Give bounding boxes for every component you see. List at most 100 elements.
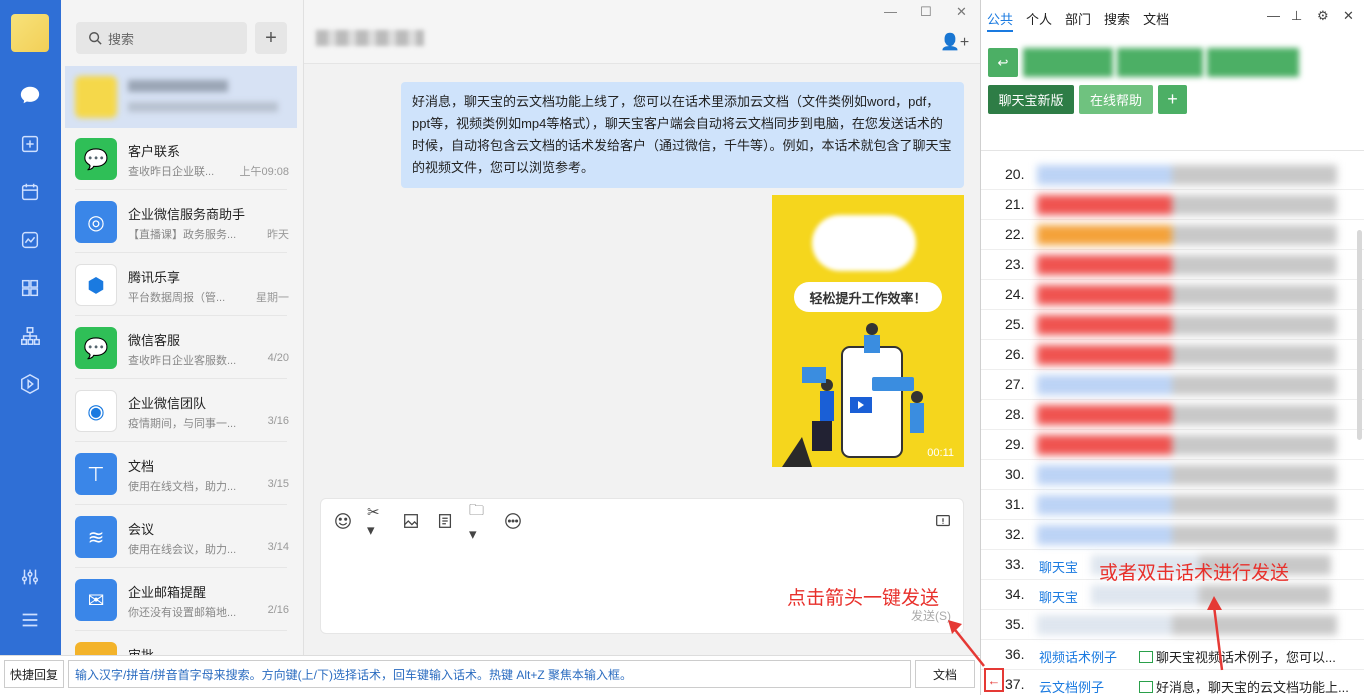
new-version-button[interactable]: 聊天宝新版: [988, 85, 1074, 114]
conversation-item-active[interactable]: [65, 66, 297, 128]
org-chart-icon[interactable]: [18, 324, 42, 348]
message-bubble[interactable]: 好消息，聊天宝的云文档功能上线了，您可以在话术里添加云文档（文件类例如word，…: [401, 82, 964, 188]
messages-icon[interactable]: [18, 83, 42, 107]
row-number: 23.: [1005, 256, 1025, 272]
script-title-link[interactable]: 云文档例子: [1039, 677, 1104, 695]
conversation-item[interactable]: ◎ 企业微信服务商助手 【直播课】政务服务... 昨天: [65, 191, 297, 253]
minimize-icon[interactable]: —: [884, 4, 897, 19]
script-row[interactable]: 23.: [981, 250, 1364, 280]
conversation-time: 3/14: [267, 541, 289, 553]
settings-sliders-icon[interactable]: [18, 565, 42, 589]
meeting-icon: ≋: [75, 516, 117, 558]
conversation-item[interactable]: ≋ 会议 使用在线会议，助力... 3/14: [65, 506, 297, 568]
tab-3[interactable]: 搜索: [1104, 9, 1130, 32]
script-title-link[interactable]: 聊天宝: [1039, 557, 1078, 576]
script-row[interactable]: 28.: [981, 400, 1364, 430]
left-rail: [0, 0, 61, 695]
conversation-item[interactable]: ◉ 企业微信团队 疫情期间，与同事一... 3/16: [65, 380, 297, 442]
minimize-icon[interactable]: —: [1267, 8, 1280, 23]
add-button[interactable]: +: [255, 22, 287, 54]
bottom-bar: 快捷回复 输入汉字/拼音/拼音首字母来搜索。方向键(上/下)选择话术，回车键输入…: [0, 655, 980, 695]
document-button[interactable]: 文档: [915, 660, 975, 688]
row-number: 26.: [1005, 346, 1025, 362]
pin-icon[interactable]: ⊥: [1291, 8, 1302, 24]
conversation-item[interactable]: 💬 微信客服 查收昨日企业客服数... 4/20: [65, 317, 297, 379]
scrollbar[interactable]: [1357, 230, 1362, 440]
chat-area: — ☐ ✕ 👤+ 好消息，聊天宝的云文档功能上线了，您可以在话术里添加云文档（文…: [304, 0, 980, 655]
avatar[interactable]: [11, 14, 49, 52]
maximize-icon[interactable]: ☐: [920, 4, 932, 20]
play-hexagon-icon[interactable]: [18, 372, 42, 396]
script-row[interactable]: 31.: [981, 490, 1364, 520]
scissors-icon[interactable]: ✂▾: [367, 504, 387, 539]
script-row[interactable]: 29.: [981, 430, 1364, 460]
close-icon[interactable]: ✕: [1343, 8, 1354, 24]
conversation-preview: 平台数据周报（管...: [128, 292, 226, 304]
script-row[interactable]: 36. 视频话术例子 聊天宝视频话术例子，您可以...: [981, 640, 1364, 670]
row-number: 34.: [1005, 586, 1025, 602]
tab-4[interactable]: 文档: [1143, 9, 1169, 32]
tab-0[interactable]: 公共: [987, 9, 1014, 32]
send-arrow-button[interactable]: ←: [984, 668, 1004, 692]
script-row[interactable]: 25.: [981, 310, 1364, 340]
script-search-input[interactable]: 输入汉字/拼音/拼音首字母来搜索。方向键(上/下)选择话术，回车键输入话术。热键…: [68, 660, 911, 688]
script-row[interactable]: 22.: [981, 220, 1364, 250]
settings-icon[interactable]: ⚙: [1317, 8, 1329, 24]
script-row[interactable]: 32.: [981, 520, 1364, 550]
wecom-icon: ◉: [75, 390, 117, 432]
online-help-button[interactable]: 在线帮助: [1079, 85, 1153, 114]
script-row[interactable]: 30.: [981, 460, 1364, 490]
video-duration: 00:11: [927, 447, 954, 459]
conversation-name: 文档: [128, 459, 155, 474]
script-row[interactable]: 24.: [981, 280, 1364, 310]
back-arrow-button[interactable]: ↩: [988, 48, 1018, 77]
folder-icon: [1139, 681, 1153, 693]
document-icon: ⊤: [75, 453, 117, 495]
workbench-icon[interactable]: [18, 132, 42, 156]
script-row[interactable]: 20.: [981, 160, 1364, 190]
image-icon[interactable]: [401, 511, 421, 531]
apps-icon[interactable]: [18, 276, 42, 300]
send-button[interactable]: 发送(S): [911, 607, 951, 624]
add-script-button[interactable]: +: [1158, 85, 1187, 114]
tab-2[interactable]: 部门: [1065, 9, 1091, 32]
chat-header: — ☐ ✕ 👤+: [304, 0, 980, 64]
more-icon[interactable]: [503, 511, 523, 531]
conversation-name: 企业邮箱提醒: [128, 585, 207, 600]
history-icon[interactable]: [933, 511, 953, 531]
conversation-item[interactable]: ✉ 企业邮箱提醒 你还没有设置邮箱地... 2/16: [65, 569, 297, 631]
menu-icon[interactable]: [18, 608, 42, 632]
script-row[interactable]: 35.: [981, 610, 1364, 640]
annotation-click-arrow: 点击箭头一键发送: [787, 588, 940, 609]
close-icon[interactable]: ✕: [956, 4, 967, 20]
video-icon: [1139, 651, 1153, 663]
video-illustration: [782, 323, 924, 467]
script-title-link[interactable]: 聊天宝: [1039, 587, 1078, 606]
add-member-icon[interactable]: 👤+: [940, 32, 969, 52]
conversation-preview: 疫情期间，与同事一...: [128, 418, 237, 430]
script-title-link[interactable]: 视频话术例子: [1039, 647, 1117, 666]
script-row[interactable]: 27.: [981, 370, 1364, 400]
script-text: 聊天宝视频话术例子，您可以...: [1156, 650, 1336, 665]
note-icon[interactable]: [435, 511, 455, 531]
message-input[interactable]: ✂▾ 🗀▾ 点击箭头一键发送 发送(S): [320, 498, 964, 634]
folder-icon[interactable]: 🗀▾: [469, 502, 489, 543]
script-text: 好消息，聊天宝的云文档功能上...: [1156, 680, 1349, 695]
emoji-icon[interactable]: [333, 511, 353, 531]
script-row[interactable]: 37. 云文档例子 好消息，聊天宝的云文档功能上...: [981, 670, 1364, 695]
conversation-time: 昨天: [267, 229, 289, 241]
conversation-item[interactable]: 💬 客户联系 查收昨日企业联... 上午09:08: [65, 128, 297, 190]
quick-reply-button[interactable]: 快捷回复: [4, 660, 64, 688]
conversation-preview: 查收昨日企业客服数...: [128, 355, 237, 367]
search-input[interactable]: 搜索: [76, 22, 247, 54]
calendar-icon[interactable]: [18, 180, 42, 204]
script-row[interactable]: 26.: [981, 340, 1364, 370]
tab-1[interactable]: 个人: [1026, 9, 1052, 32]
conversation-item[interactable]: ⊤ 文档 使用在线文档，助力... 3/15: [65, 443, 297, 505]
panel-tabs: 公共 个人 部门 搜索 文档: [987, 9, 1169, 32]
reports-icon[interactable]: [18, 228, 42, 252]
search-placeholder: 搜索: [108, 31, 135, 47]
video-message[interactable]: 轻松提升工作效率！ 00:11: [772, 195, 964, 467]
conversation-item[interactable]: ⬢ 腾讯乐享 平台数据周报（管... 星期一: [65, 254, 297, 316]
script-row[interactable]: 21.: [981, 190, 1364, 220]
